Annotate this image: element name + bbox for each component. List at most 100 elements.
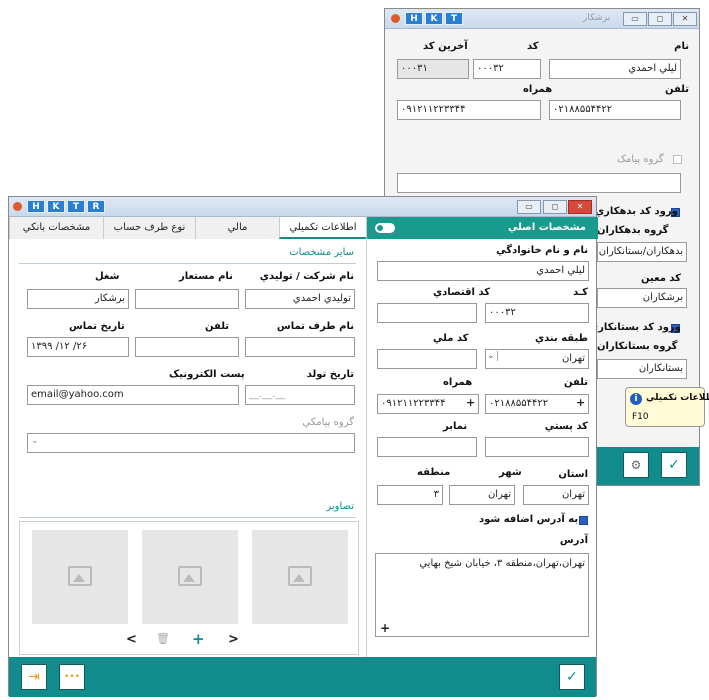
debtor-group-label: گروه بدهکاران bbox=[597, 225, 669, 236]
images-box: < 🗑 + > bbox=[19, 521, 359, 655]
app-icon bbox=[13, 202, 22, 211]
more-button[interactable]: ••• bbox=[59, 664, 85, 690]
region-field[interactable]: ۳ bbox=[377, 485, 443, 505]
economic-code-field[interactable] bbox=[377, 303, 477, 323]
mobile-field[interactable]: ۰۹۱۲۱۱۲۲۳۳۴۴ bbox=[397, 100, 541, 120]
contact-name-field[interactable] bbox=[245, 337, 355, 357]
toggle-switch[interactable] bbox=[375, 223, 395, 233]
contact-date-label: تاريخ تماس bbox=[69, 321, 125, 332]
divider bbox=[19, 517, 356, 518]
city-label: شهر bbox=[499, 467, 522, 478]
city-field[interactable]: تهران bbox=[449, 485, 515, 505]
badge-h[interactable]: H bbox=[405, 12, 423, 25]
badge-t[interactable]: T bbox=[67, 200, 85, 213]
image-thumbnail[interactable] bbox=[252, 530, 348, 624]
mobile-field[interactable]: ۰۹۱۲۱۱۲۲۳۳۴۴ bbox=[377, 394, 479, 414]
sms-group-select[interactable] bbox=[397, 173, 681, 193]
sms-group-label: گروه پيامکي bbox=[302, 417, 354, 428]
chevron-down-icon[interactable]: ⌄ bbox=[487, 351, 498, 361]
mobile-label: همراه bbox=[523, 84, 553, 95]
divider bbox=[19, 263, 356, 264]
image-placeholder-icon bbox=[288, 566, 312, 586]
fax-field[interactable] bbox=[377, 437, 477, 457]
tab-extra[interactable]: اطلاعات تکميلي bbox=[279, 217, 366, 239]
tab-financial[interactable]: مالي bbox=[195, 217, 279, 239]
name-field[interactable]: ليلي احمدي bbox=[549, 59, 681, 79]
tab-main-label: مشخصات اصلي bbox=[507, 222, 586, 233]
add-image-button[interactable]: + bbox=[192, 630, 205, 648]
phone-field[interactable]: ۰۲۱۸۸۵۵۴۴۲۲ bbox=[549, 100, 681, 120]
add-phone-button[interactable]: + bbox=[576, 396, 585, 409]
badge-t[interactable]: T bbox=[445, 12, 463, 25]
extra-panel: ساير مشخصات نام شرکت / توليدي نام مستعار… bbox=[9, 239, 366, 657]
minimize-button[interactable]: ▭ bbox=[623, 12, 647, 26]
badge-r[interactable]: R bbox=[87, 200, 105, 213]
image-placeholder-icon bbox=[68, 566, 92, 586]
province-field[interactable]: تهران bbox=[523, 485, 589, 505]
chevron-down-icon[interactable]: ⌄ bbox=[31, 436, 39, 446]
address-field[interactable]: تهران،تهران،منطقه ۳، خيابان شيخ بهايي bbox=[375, 553, 589, 637]
job-field[interactable]: برشکار bbox=[27, 289, 129, 309]
contact-date-field[interactable]: ۱۳۹۹ /۱۲ /۲۶ bbox=[27, 337, 129, 357]
info-icon: i bbox=[630, 393, 642, 405]
email-field[interactable]: email@yahoo.com bbox=[27, 385, 239, 405]
main-panel: نام و نام خانوادگي ليلي احمدي کـد کد اقت… bbox=[366, 239, 598, 657]
delete-image-icon[interactable]: 🗑 bbox=[156, 632, 170, 645]
code-field[interactable]: ۰۰۰۳۲ bbox=[473, 59, 541, 79]
moein-field[interactable]: برشکاران bbox=[597, 288, 687, 308]
fullname-field[interactable]: ليلي احمدي bbox=[377, 261, 589, 281]
maximize-button[interactable]: ◻ bbox=[648, 12, 672, 26]
tooltip: i اطلاعات تکميلي F10 bbox=[625, 387, 709, 427]
name-label: نام bbox=[674, 41, 689, 52]
creditor-group-label: گروه بستانکاران bbox=[597, 341, 678, 352]
alias-label: نام مستعار bbox=[179, 271, 233, 282]
badge-k[interactable]: K bbox=[47, 200, 65, 213]
fax-label: نمابر bbox=[443, 421, 468, 432]
company-label: نام شرکت / توليدي bbox=[259, 271, 354, 282]
region-label: منطقه bbox=[417, 467, 451, 478]
postal-code-field[interactable] bbox=[485, 437, 589, 457]
tab-bank[interactable]: مشخصات بانکي bbox=[9, 217, 103, 239]
moein-label: کد معين bbox=[641, 273, 681, 284]
add-mobile-button[interactable]: + bbox=[466, 396, 475, 409]
extra-info-button[interactable]: ⚙ bbox=[623, 452, 649, 478]
tooltip-title: اطلاعات تکميلي bbox=[646, 393, 709, 403]
next-image-button[interactable]: > bbox=[228, 632, 239, 647]
code-label: کد bbox=[527, 41, 539, 52]
last-code-label: آخرين کد bbox=[423, 41, 468, 52]
phone-label: تلفن bbox=[563, 377, 588, 388]
image-thumbnail[interactable] bbox=[142, 530, 238, 624]
company-field[interactable]: توليدي احمدي bbox=[245, 289, 355, 309]
tooltip-key: F10 bbox=[632, 412, 649, 422]
prev-image-button[interactable]: < bbox=[126, 632, 137, 647]
sms-group-select[interactable] bbox=[27, 433, 355, 453]
national-code-field[interactable] bbox=[377, 349, 477, 369]
close-button[interactable]: ✕ bbox=[673, 12, 697, 26]
debtor-group-field[interactable]: بدهکاران/بستانکاران bbox=[597, 242, 687, 262]
back-titlebar: H K T برشکار ▭ ◻ ✕ bbox=[385, 9, 699, 29]
creditor-group-field[interactable]: بستانکاران bbox=[597, 359, 687, 379]
birth-date-field[interactable]: __.__.__ bbox=[245, 385, 355, 405]
maximize-button[interactable]: ◻ bbox=[543, 200, 567, 214]
add-address-button[interactable]: + bbox=[380, 621, 390, 635]
add-to-address-checkbox[interactable] bbox=[579, 516, 588, 525]
add-to-address-label: به آدرس اضافه شود bbox=[479, 514, 579, 525]
alias-field[interactable] bbox=[135, 289, 239, 309]
phone-field[interactable]: ۰۲۱۸۸۵۵۴۴۲۲ bbox=[485, 394, 589, 414]
exit-button[interactable]: ⇥ bbox=[21, 664, 47, 690]
badge-h[interactable]: H bbox=[27, 200, 45, 213]
tab-account-type[interactable]: نوع طرف حساب bbox=[103, 217, 195, 239]
badge-k[interactable]: K bbox=[425, 12, 443, 25]
contact-name-label: نام طرف تماس bbox=[276, 321, 354, 332]
contact-phone-field[interactable] bbox=[135, 337, 239, 357]
sms-group-checkbox[interactable] bbox=[673, 155, 682, 164]
minimize-button[interactable]: ▭ bbox=[517, 200, 541, 214]
tab-main[interactable]: مشخصات اصلي bbox=[366, 217, 598, 239]
ok-button[interactable]: ✓ bbox=[559, 664, 585, 690]
category-select[interactable]: تهران bbox=[485, 349, 589, 369]
code-field[interactable]: ۰۰۰۳۲ bbox=[485, 303, 589, 323]
close-button[interactable]: ✕ bbox=[568, 200, 592, 214]
image-thumbnail[interactable] bbox=[32, 530, 128, 624]
window-title: برشکار bbox=[583, 13, 611, 23]
back-ok-button[interactable]: ✓ bbox=[661, 452, 687, 478]
